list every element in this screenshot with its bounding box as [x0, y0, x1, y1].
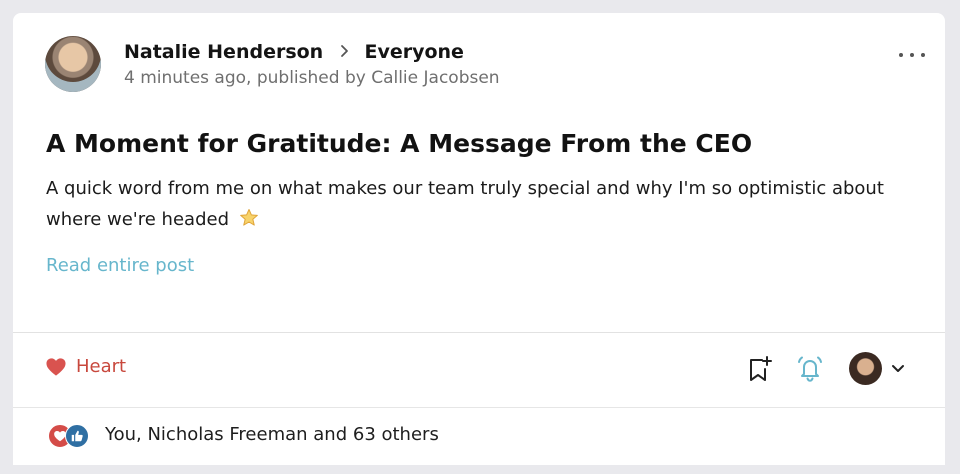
audience-name[interactable]: Everyone — [364, 41, 463, 63]
post-title[interactable]: A Moment for Gratitude: A Message From t… — [46, 127, 752, 161]
chevron-right-icon — [340, 39, 350, 65]
thumbs-up-reaction-icon — [65, 424, 89, 448]
chevron-down-icon[interactable] — [890, 361, 906, 375]
reactions-row: You, Nicholas Freeman and 63 others — [13, 408, 945, 465]
bell-icon[interactable] — [795, 354, 825, 384]
heart-icon — [46, 357, 66, 376]
bookmark-add-icon[interactable] — [748, 355, 774, 383]
author-avatar[interactable] — [45, 36, 101, 92]
post-body-text: A quick word from me on what makes our t… — [46, 178, 884, 230]
post-header: Natalie Henderson Everyone 4 minutes ago… — [45, 36, 925, 96]
author-audience-line: Natalie Henderson Everyone — [124, 39, 500, 65]
post-timestamp: 4 minutes ago, published by Callie Jacob… — [124, 68, 500, 88]
reactions-summary[interactable]: You, Nicholas Freeman and 63 others — [105, 422, 439, 448]
author-name[interactable]: Natalie Henderson — [124, 41, 323, 63]
post-meta: Natalie Henderson Everyone 4 minutes ago… — [124, 39, 500, 91]
heart-button[interactable]: Heart — [45, 356, 126, 377]
heart-label: Heart — [76, 356, 127, 377]
read-entire-post-link[interactable]: Read entire post — [46, 253, 194, 279]
more-options-icon[interactable] — [899, 45, 925, 65]
star-emoji-icon — [239, 207, 259, 227]
viewer-avatar[interactable] — [849, 352, 882, 385]
post-card: Natalie Henderson Everyone 4 minutes ago… — [13, 13, 945, 465]
reaction-icons[interactable] — [48, 424, 90, 448]
post-actions-bar: Heart — [13, 333, 945, 407]
post-body: A quick word from me on what makes our t… — [46, 173, 906, 235]
